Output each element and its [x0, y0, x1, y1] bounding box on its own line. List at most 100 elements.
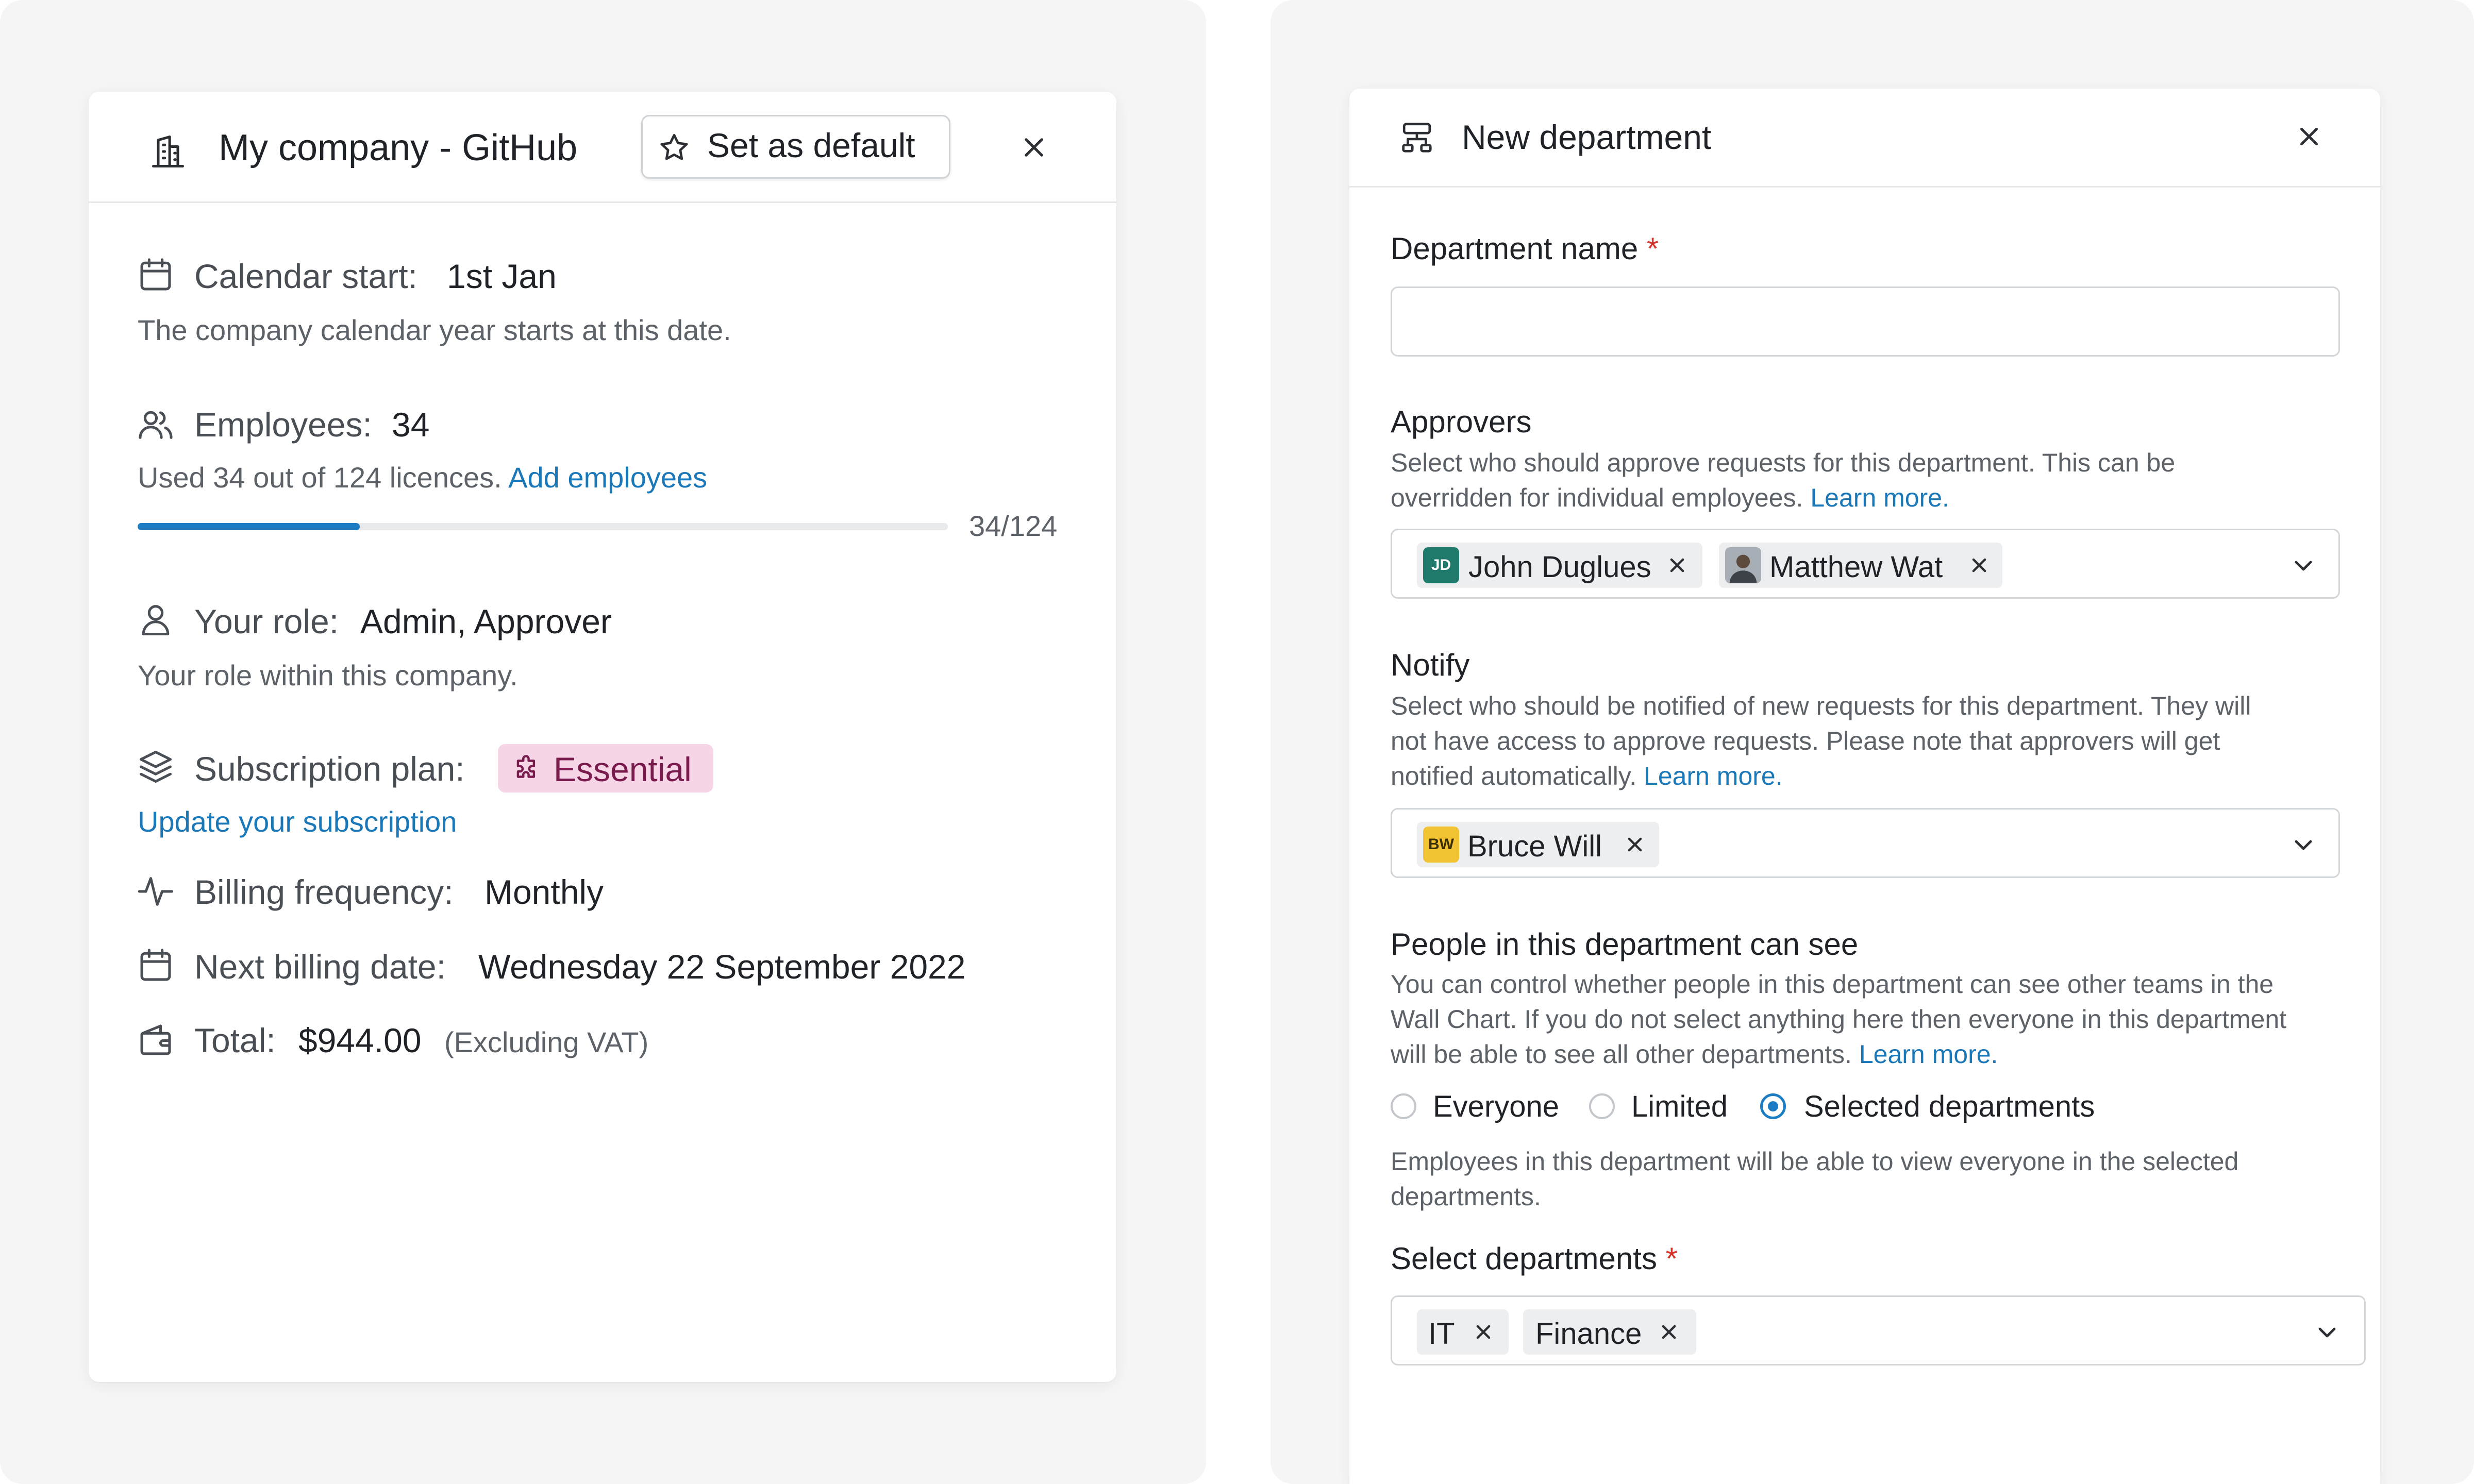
chevron-down-icon[interactable]	[2291, 832, 2316, 857]
close-icon[interactable]	[1667, 555, 1687, 575]
department-name-label: Department name *	[1391, 231, 1659, 266]
department-chip-finance: Finance	[1523, 1309, 1696, 1355]
select-departments-select[interactable]: IT Finance	[1391, 1295, 2366, 1365]
radio-everyone[interactable]	[1391, 1093, 1416, 1119]
notify-help-line3: notified automatically. Learn more.	[1391, 758, 1783, 794]
licence-progress-fill	[138, 523, 360, 530]
notify-help-line2: not have access to approve requests. Ple…	[1391, 727, 2220, 755]
licence-progress-bar	[138, 523, 948, 530]
layers-icon	[136, 747, 175, 786]
required-mark: *	[1665, 1241, 1678, 1276]
approvers-select[interactable]: JD John Duglues Matthew Wat	[1391, 529, 2340, 599]
update-subscription-link[interactable]: Update your subscription	[138, 805, 457, 838]
subscription-label: Subscription plan:	[194, 750, 465, 788]
approvers-help-line2: overridden for individual employees. Lea…	[1391, 480, 1949, 515]
visibility-help-text: will be able to see all other department…	[1391, 1040, 1852, 1069]
employees-value: 34	[392, 406, 430, 444]
avatar	[1725, 547, 1761, 583]
building-icon	[148, 132, 188, 171]
required-mark: *	[1646, 231, 1659, 266]
approvers-label: Approvers	[1391, 404, 1532, 439]
next-billing-label: Next billing date:	[194, 948, 446, 986]
department-chip-name: IT	[1428, 1317, 1455, 1351]
close-icon[interactable]	[2296, 124, 2322, 149]
calendar-icon	[136, 256, 175, 295]
notify-select[interactable]: BW Bruce Will	[1391, 808, 2340, 878]
close-icon[interactable]	[1021, 134, 1047, 161]
visibility-note-line2: departments.	[1391, 1182, 1541, 1211]
company-title: My company - GitHub	[219, 127, 578, 168]
close-icon[interactable]	[1969, 555, 1989, 575]
licence-progress-text: 34/124	[969, 510, 1058, 542]
visibility-learn-more-link[interactable]: Learn more.	[1859, 1040, 1998, 1069]
calendar-start-value: 1st Jan	[447, 257, 557, 295]
activity-icon	[136, 872, 175, 911]
select-departments-label: Select departments *	[1391, 1241, 1678, 1276]
set-default-button[interactable]: Set as default	[641, 115, 950, 179]
sitemap-icon	[1399, 120, 1435, 156]
approvers-help-line1: Select who should approve requests for t…	[1391, 448, 2176, 477]
new-department-card: New department Department name * Approve…	[1349, 89, 2380, 1484]
role-value: Admin, Approver	[360, 602, 612, 640]
select-departments-label-text: Select departments	[1391, 1241, 1657, 1276]
billing-frequency-value: Monthly	[484, 873, 604, 911]
set-default-label: Set as default	[707, 126, 915, 164]
visibility-help-line3: will be able to see all other department…	[1391, 1037, 1998, 1072]
department-name-label-text: Department name	[1391, 231, 1639, 266]
approvers-help-text: overridden for individual employees.	[1391, 483, 1803, 512]
approver-chip-mw: Matthew Wat	[1719, 543, 2002, 588]
approver-chip-name: Matthew Wat	[1769, 550, 1943, 584]
department-title: New department	[1462, 118, 1712, 156]
total-label: Total:	[194, 1021, 276, 1059]
notify-learn-more-link[interactable]: Learn more.	[1644, 762, 1783, 790]
add-employees-link[interactable]: Add employees	[508, 461, 707, 494]
approvers-learn-more-link[interactable]: Learn more.	[1810, 483, 1949, 512]
chevron-down-icon[interactable]	[2315, 1320, 2339, 1344]
star-icon	[657, 131, 691, 165]
total-note: (Excluding VAT)	[444, 1026, 649, 1058]
visibility-help-line1: You can control whether people in this d…	[1391, 970, 2274, 999]
department-chip-it: IT	[1417, 1309, 1509, 1355]
notify-help-text: notified automatically.	[1391, 762, 1637, 790]
close-icon[interactable]	[1474, 1322, 1493, 1342]
approver-chip-jd: JD John Duglues	[1417, 543, 1702, 588]
avatar: JD	[1423, 547, 1459, 583]
employees-label: Employees:	[194, 406, 372, 444]
wallet-icon	[136, 1020, 175, 1059]
notify-chip-bw: BW Bruce Will	[1417, 822, 1659, 867]
radio-selected-departments[interactable]	[1760, 1093, 1786, 1119]
company-card: My company - GitHub Set as default Calen…	[89, 92, 1116, 1382]
next-billing-value: Wednesday 22 September 2022	[478, 948, 966, 986]
radio-limited-label[interactable]: Limited	[1631, 1089, 1728, 1124]
puzzle-icon	[511, 753, 543, 785]
department-card-header: New department	[1349, 89, 2380, 188]
approver-chip-name: John Duglues	[1468, 550, 1651, 584]
licence-usage-text: Used 34 out of 124 licences. Add employe…	[138, 461, 707, 494]
visibility-note-line1: Employees in this department will be abl…	[1391, 1147, 2239, 1176]
chevron-down-icon[interactable]	[2291, 553, 2316, 578]
department-chip-name: Finance	[1535, 1317, 1642, 1351]
calendar-icon	[136, 946, 175, 985]
department-name-input[interactable]	[1391, 286, 2340, 357]
user-icon	[136, 600, 175, 639]
avatar: BW	[1423, 827, 1459, 863]
users-icon	[136, 405, 175, 444]
notify-label: Notify	[1391, 648, 1470, 682]
role-description: Your role within this company.	[138, 659, 518, 692]
company-card-header: My company - GitHub Set as default	[89, 92, 1116, 203]
visibility-help-line2: Wall Chart. If you do not select anythin…	[1391, 1005, 2287, 1034]
calendar-start-description: The company calendar year starts at this…	[138, 314, 731, 346]
visibility-label: People in this department can see	[1391, 927, 1859, 962]
radio-everyone-label[interactable]: Everyone	[1433, 1089, 1559, 1124]
close-icon[interactable]	[1625, 835, 1645, 854]
total-value: $944.00	[298, 1021, 422, 1059]
notify-chip-name: Bruce Will	[1467, 830, 1602, 863]
plan-name: Essential	[554, 750, 692, 788]
close-icon[interactable]	[1659, 1322, 1679, 1342]
role-label: Your role:	[194, 602, 339, 640]
radio-limited[interactable]	[1589, 1093, 1615, 1119]
notify-help-line1: Select who should be notified of new req…	[1391, 692, 2251, 720]
radio-selected-departments-label[interactable]: Selected departments	[1804, 1089, 2095, 1124]
licence-usage: Used 34 out of 124 licences.	[138, 461, 502, 494]
calendar-start-label: Calendar start:	[194, 257, 417, 295]
